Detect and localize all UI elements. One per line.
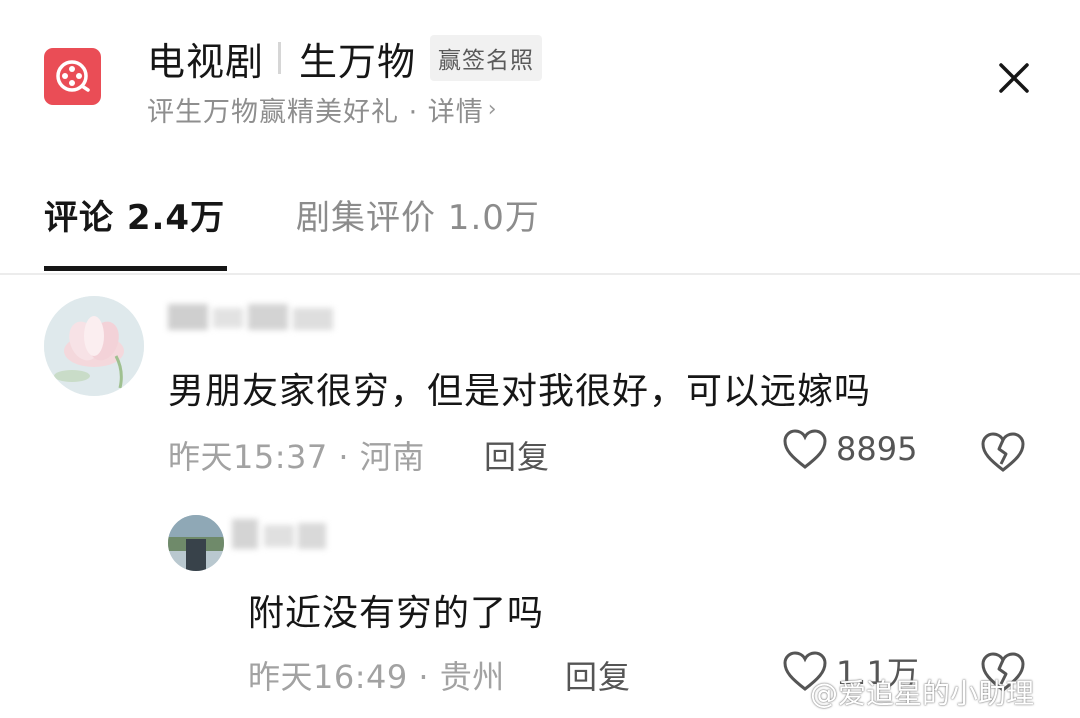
dislike-button[interactable] [980, 430, 1026, 474]
reply-text: 附近没有穷的了吗 [248, 593, 545, 634]
title-divider [278, 42, 282, 74]
watermark: @爱追星的小助理 [810, 677, 1035, 710]
promo-text: 评生万物赢精美好礼 · 详情 [147, 97, 484, 128]
reply-time-location: 昨天16:49 · 贵州 [248, 658, 505, 696]
comment-time-location: 昨天15:37 · 河南 [168, 438, 425, 476]
avatar[interactable] [168, 515, 224, 571]
username-blurred[interactable] [168, 298, 338, 336]
close-icon [999, 63, 1029, 93]
close-button[interactable] [994, 58, 1034, 98]
page-title: 电视剧 [147, 39, 265, 84]
heart-outline-icon [783, 429, 827, 469]
header: 电视剧 生万物 赢签名照 评生万物赢精美好礼 · 详情 › [0, 0, 1080, 175]
divider [0, 273, 1080, 275]
active-tab-indicator [44, 266, 227, 271]
username-blurred[interactable] [232, 515, 332, 555]
reply-button[interactable]: 回复 [565, 652, 631, 698]
comment-text: 男朋友家很穷，但是对我很好，可以远嫁吗 [168, 371, 872, 412]
tab-comments[interactable]: 评论 2.4万 [44, 190, 225, 274]
tab-episode-reviews[interactable]: 剧集评价 1.0万 [296, 190, 540, 274]
tab-bar: 评论 2.4万 剧集评价 1.0万 [0, 190, 1080, 274]
film-reel-icon[interactable] [44, 48, 101, 105]
broken-heart-icon [981, 432, 1025, 472]
like-button[interactable]: 8895 [782, 428, 917, 470]
reply-button[interactable]: 回复 [484, 432, 550, 478]
like-count: 8895 [836, 430, 918, 468]
promo-link[interactable]: 评生万物赢精美好礼 · 详情 › [147, 90, 498, 129]
title-row: 电视剧 生万物 赢签名照 [147, 31, 543, 86]
avatar[interactable] [44, 296, 144, 396]
promo-badge[interactable]: 赢签名照 [430, 35, 543, 81]
show-title[interactable]: 生万物 [299, 31, 416, 86]
chevron-right-icon: › [487, 97, 498, 122]
